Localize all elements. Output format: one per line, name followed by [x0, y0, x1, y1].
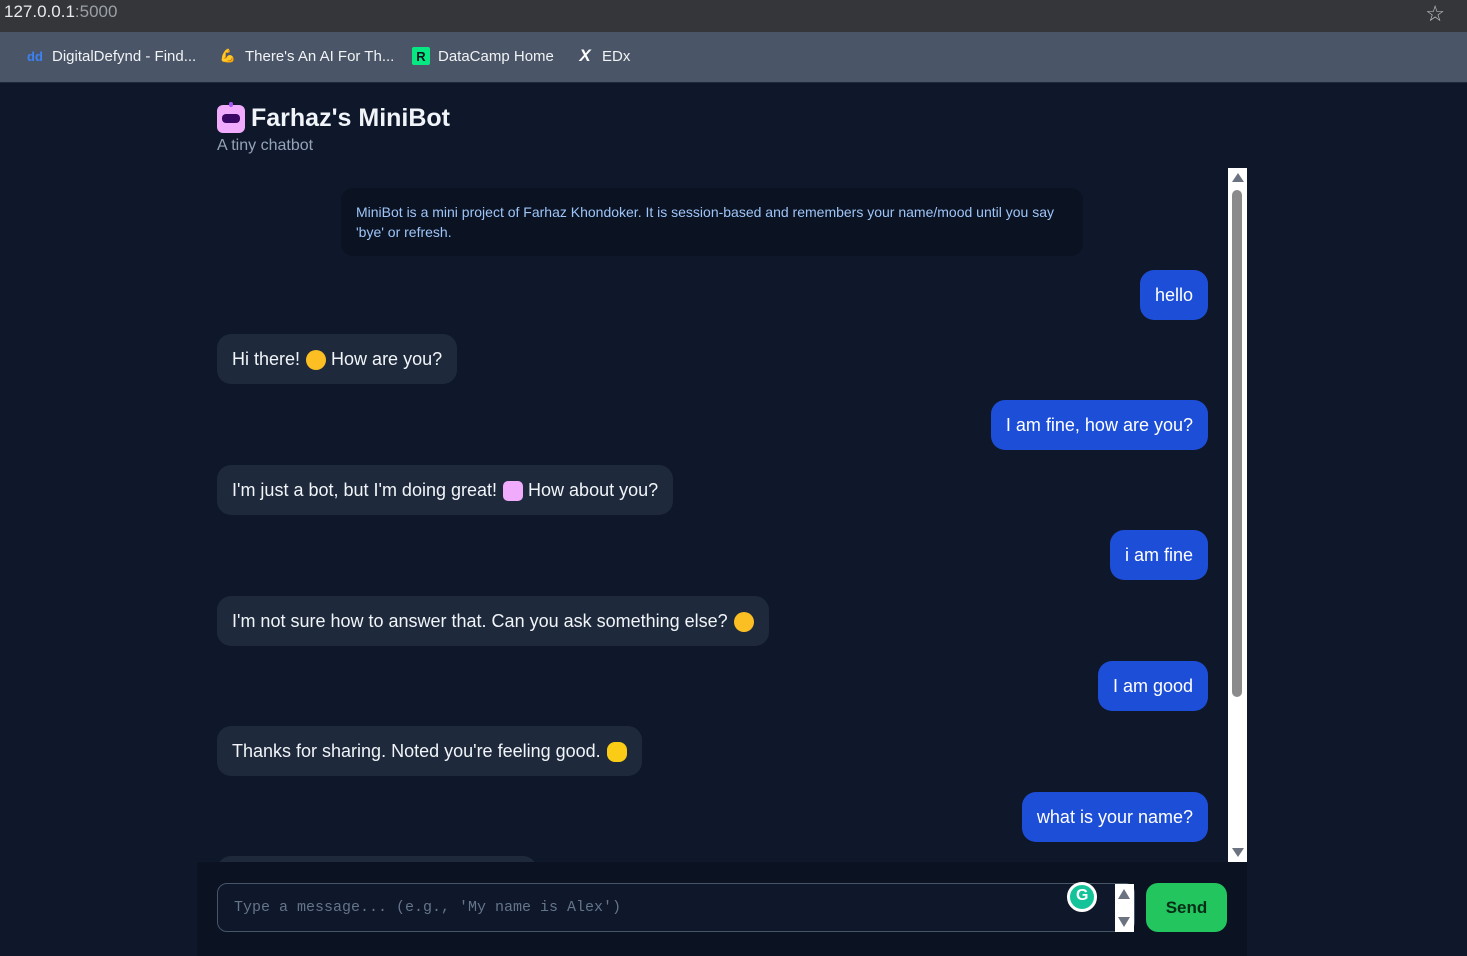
thinking-face-icon	[733, 612, 754, 633]
scroll-up-icon[interactable]	[1232, 173, 1244, 182]
scroll-thumb[interactable]	[1232, 190, 1242, 697]
bookmark-edx[interactable]: X EDx	[576, 46, 630, 65]
page-title: Farhaz's MiniBot	[217, 101, 450, 133]
smiling-face-icon	[306, 350, 327, 371]
address-bar[interactable]: 127.0.0.1:5000 ☆	[0, 0, 1467, 32]
chat-log[interactable]: MiniBot is a mini project of Farhaz Khon…	[197, 168, 1247, 862]
bookmark-star-icon[interactable]: ☆	[1425, 1, 1445, 27]
user-message: hello	[1139, 270, 1208, 320]
send-button[interactable]: Send	[1146, 883, 1227, 932]
user-message: I am fine, how are you?	[990, 400, 1208, 450]
user-message: I am good	[1097, 661, 1208, 711]
bot-message: Hi there! How are you?	[217, 334, 458, 384]
datacamp-icon: R	[412, 47, 430, 65]
input-spinner[interactable]	[1115, 884, 1134, 932]
bookmarks-bar: dd DigitalDefynd - Find... 💪 There's An …	[0, 32, 1467, 82]
bookmark-datacamp[interactable]: R DataCamp Home	[412, 47, 554, 65]
robot-icon	[217, 101, 245, 133]
url-text[interactable]: 127.0.0.1:5000	[4, 2, 117, 22]
bot-message: Thanks for sharing. Noted you're feeling…	[217, 726, 642, 776]
sun-icon	[606, 742, 627, 763]
arm-icon: 💪	[219, 48, 237, 63]
user-message: what is your name?	[1021, 792, 1208, 842]
bookmark-ai-for-that[interactable]: 💪 There's An AI For Th...	[219, 47, 394, 65]
spinner-up-icon[interactable]	[1118, 889, 1130, 899]
bookmark-digitaldefynd[interactable]: dd DigitalDefynd - Find...	[26, 47, 196, 65]
x-icon: X	[579, 46, 591, 65]
message-composer: Send	[197, 862, 1247, 956]
app-header: Farhaz's MiniBot A tiny chatbot	[217, 101, 450, 155]
chat-scrollbar[interactable]	[1228, 168, 1247, 862]
info-notice: MiniBot is a mini project of Farhaz Khon…	[341, 188, 1083, 256]
bot-message: I'm just a bot, but I'm doing great! How…	[217, 465, 674, 515]
grammarly-icon[interactable]	[1067, 882, 1097, 912]
bot-message: I'm not sure how to answer that. Can you…	[217, 596, 769, 646]
message-input[interactable]	[217, 883, 1135, 932]
user-message: i am fine	[1109, 530, 1208, 580]
spinner-down-icon[interactable]	[1118, 917, 1130, 927]
robot-face-icon	[503, 481, 524, 502]
scroll-down-icon[interactable]	[1232, 848, 1244, 857]
dd-icon: dd	[27, 48, 43, 64]
chrome-divider	[0, 82, 1467, 83]
page-subtitle: A tiny chatbot	[217, 137, 314, 154]
